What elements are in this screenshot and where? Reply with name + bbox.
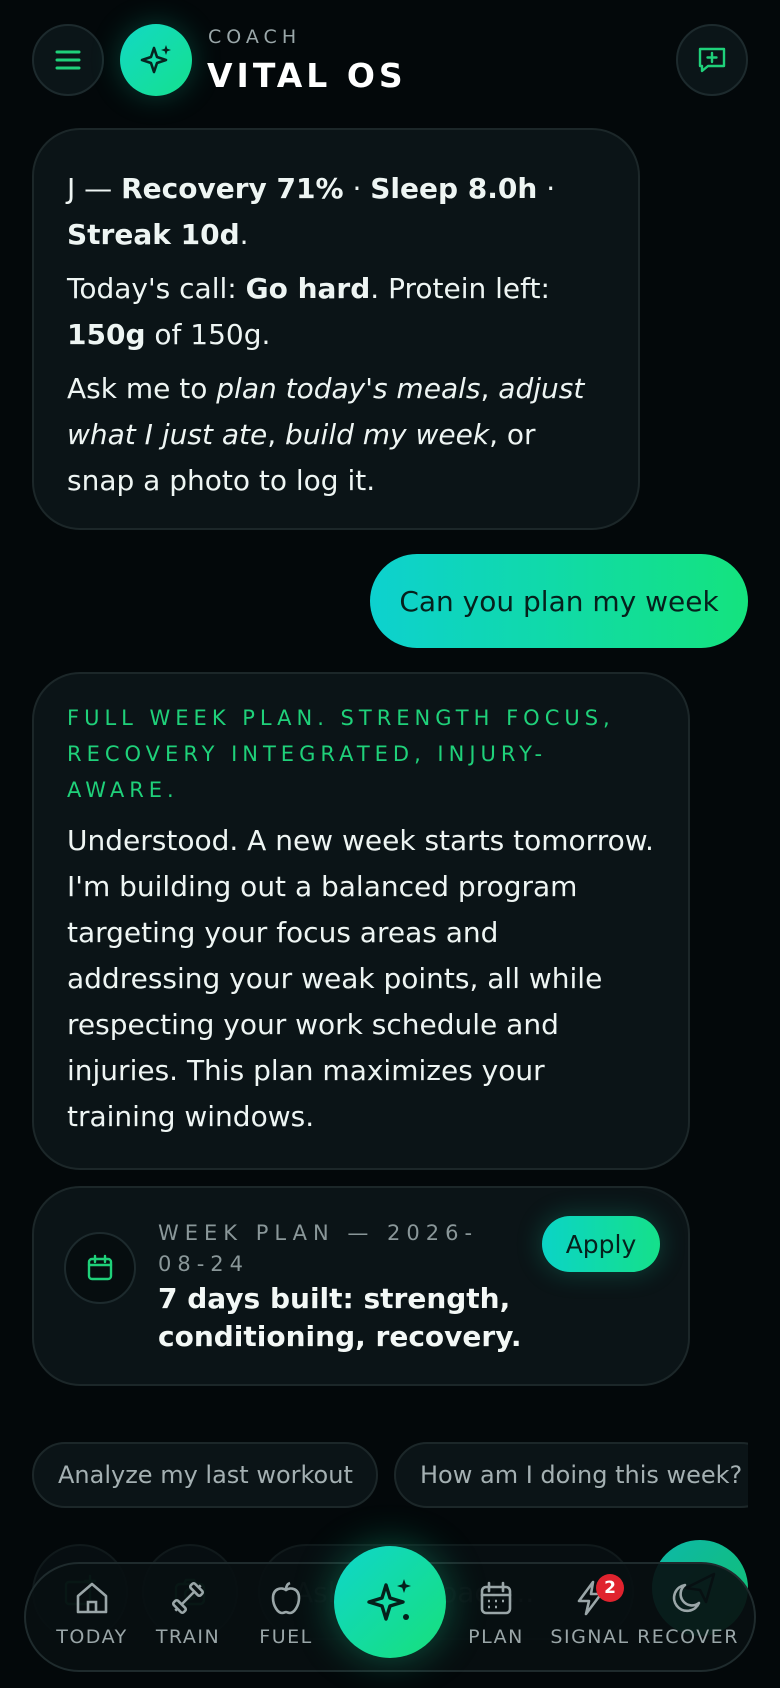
coach-greeting-message: J — Recovery 71% · Sleep 8.0h · Streak 1…	[32, 128, 640, 530]
apple-icon	[266, 1578, 306, 1618]
comma: ,	[480, 372, 490, 405]
message-plus-icon	[698, 47, 726, 73]
tab-signal[interactable]: 2 SIGNAL	[540, 1574, 640, 1664]
option-build-week: build my week	[285, 418, 490, 451]
coach-plan-message: FULL WEEK PLAN. STRENGTH FOCUS, RECOVERY…	[32, 672, 690, 1170]
tab-label: TRAIN	[155, 1626, 221, 1648]
brand-subtitle: COACH	[208, 26, 302, 48]
coach-fab-button[interactable]	[334, 1546, 446, 1658]
plan-body: Understood. A new week starts tomorrow. …	[67, 824, 654, 1133]
suggestion-chips: Analyze my last workout How am I doing t…	[32, 1442, 748, 1510]
suggestion-chip[interactable]: Analyze my last workout	[32, 1442, 378, 1508]
tab-fuel[interactable]: FUEL	[236, 1578, 336, 1664]
separator: ·	[546, 172, 556, 205]
tab-train[interactable]: TRAIN	[138, 1578, 238, 1664]
ask-prefix: Ask me to	[67, 372, 208, 405]
tab-label: PLAN	[468, 1626, 524, 1648]
calendar-icon	[476, 1578, 516, 1618]
status-line: J — Recovery 71% · Sleep 8.0h · Streak 1…	[67, 166, 606, 258]
week-plan-card: WEEK PLAN — 2026-08-24 7 days built: str…	[32, 1186, 690, 1386]
recovery-stat: Recovery 71%	[121, 172, 344, 205]
call-line: Today's call: Go hard. Protein left: 150…	[67, 266, 606, 358]
tab-label: FUEL	[259, 1626, 313, 1648]
brand-title: VITAL OS	[207, 56, 407, 95]
tab-label: SIGNAL	[550, 1626, 630, 1648]
plan-card-title: 7 days built: strength, conditioning, re…	[158, 1282, 522, 1353]
menu-button[interactable]	[32, 24, 104, 96]
calendar-icon	[87, 1254, 113, 1281]
app-header: COACH VITAL OS	[0, 0, 780, 120]
dumbbell-icon	[168, 1578, 208, 1618]
tab-label: TODAY	[56, 1626, 128, 1648]
plan-card-kicker: WEEK PLAN — 2026-08-24	[158, 1221, 479, 1276]
tab-today[interactable]: TODAY	[42, 1578, 142, 1664]
user-initial: J —	[67, 172, 113, 205]
option-plan-meals: plan today's meals	[216, 372, 481, 405]
sparkle-icon	[367, 1579, 411, 1621]
streak-stat: Streak 10d	[67, 218, 240, 251]
comma: ,	[267, 418, 277, 451]
ask-line: Ask me to plan today's meals, adjust wha…	[67, 366, 606, 504]
call-value: Go hard	[245, 272, 371, 305]
notification-badge: 2	[596, 1574, 624, 1602]
protein-prefix: . Protein left:	[370, 272, 550, 305]
apply-button[interactable]: Apply	[542, 1216, 660, 1272]
new-chat-button[interactable]	[676, 24, 748, 96]
coach-logo	[120, 24, 192, 96]
sleep-stat: Sleep 8.0h	[370, 172, 538, 205]
home-icon	[72, 1578, 112, 1618]
suggestion-chip[interactable]: How am I doing this week?	[394, 1442, 748, 1508]
protein-value: 150g	[67, 318, 146, 351]
calendar-badge	[64, 1232, 136, 1304]
moon-icon	[668, 1578, 708, 1618]
period: .	[239, 218, 249, 251]
call-prefix: Today's call:	[67, 272, 237, 305]
hamburger-icon	[55, 50, 81, 70]
separator: ·	[352, 172, 362, 205]
tab-label: RECOVER	[637, 1626, 739, 1648]
protein-suffix: of 150g.	[154, 318, 271, 351]
tab-recover[interactable]: RECOVER	[637, 1578, 739, 1664]
sparkle-icon	[140, 45, 171, 74]
tab-plan[interactable]: PLAN	[446, 1578, 546, 1664]
user-message: Can you plan my week	[370, 554, 748, 648]
plan-tag: FULL WEEK PLAN. STRENGTH FOCUS, RECOVERY…	[67, 706, 615, 802]
